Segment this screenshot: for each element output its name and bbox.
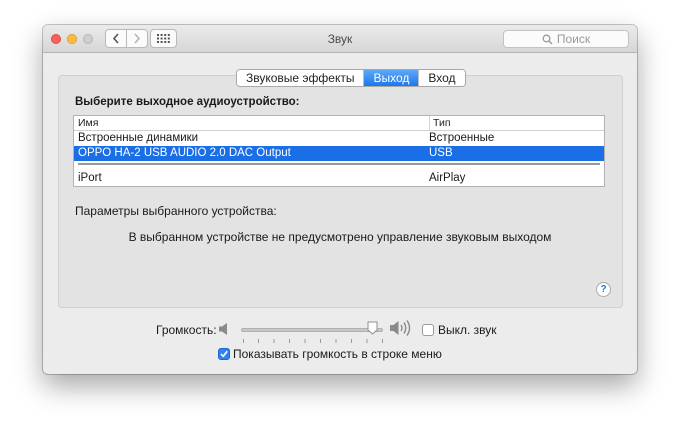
volume-slider-track[interactable] [241,328,383,332]
system-preferences-window: Звук Поиск Звуковые эффекты Выход Вход В… [43,25,637,374]
table-header: Имя Тип [74,116,604,131]
volume-slider-ticks [243,339,383,343]
help-button[interactable]: ? [596,282,611,297]
search-placeholder: Поиск [556,32,591,46]
volume-label: Громкость: [156,323,217,337]
device-type: AirPlay [429,172,466,184]
speaker-low-icon [219,323,227,335]
table-row-selected[interactable]: OPPO HA-2 USB AUDIO 2.0 DAC Output USB [74,146,604,161]
output-device-heading: Выберите выходное аудиоустройство: [75,96,300,108]
tab-bar: Звуковые эффекты Выход Вход [236,69,466,87]
speaker-high-icon [390,320,411,336]
device-name: iPort [78,172,102,184]
checkmark-icon [220,350,228,358]
table-row[interactable]: Встроенные динамики Встроенные [74,131,604,146]
volume-slider-thumb[interactable] [367,321,378,335]
device-type: Встроенные [429,132,495,144]
device-name: Встроенные динамики [78,132,199,144]
device-type: USB [429,147,453,159]
no-control-message: В выбранном устройстве не предусмотрено … [128,230,552,244]
column-header-name[interactable]: Имя [78,117,98,129]
show-volume-in-menu-checkbox[interactable] [218,348,230,360]
mute-checkbox[interactable] [422,324,434,336]
search-icon [542,34,553,44]
device-table[interactable]: Имя Тип Встроенные динамики Встроенные O… [73,115,605,187]
device-params-label: Параметры выбранного устройства: [75,204,277,218]
column-header-type[interactable]: Тип [429,116,451,130]
device-name: OPPO HA-2 USB AUDIO 2.0 DAC Output [78,147,291,159]
show-volume-in-menu-label: Показывать громкость в строке меню [233,347,442,361]
tab-sound-effects[interactable]: Звуковые эффекты [237,70,364,86]
search-field[interactable]: Поиск [503,30,629,48]
tab-input[interactable]: Вход [418,70,465,86]
table-row[interactable]: iPort AirPlay [74,171,604,186]
question-icon: ? [600,284,607,295]
title-bar: Звук Поиск [43,25,637,53]
mute-label: Выкл. звук [438,323,497,337]
output-panel [58,75,623,308]
tab-output[interactable]: Выход [363,70,419,86]
row-divider [78,163,600,165]
